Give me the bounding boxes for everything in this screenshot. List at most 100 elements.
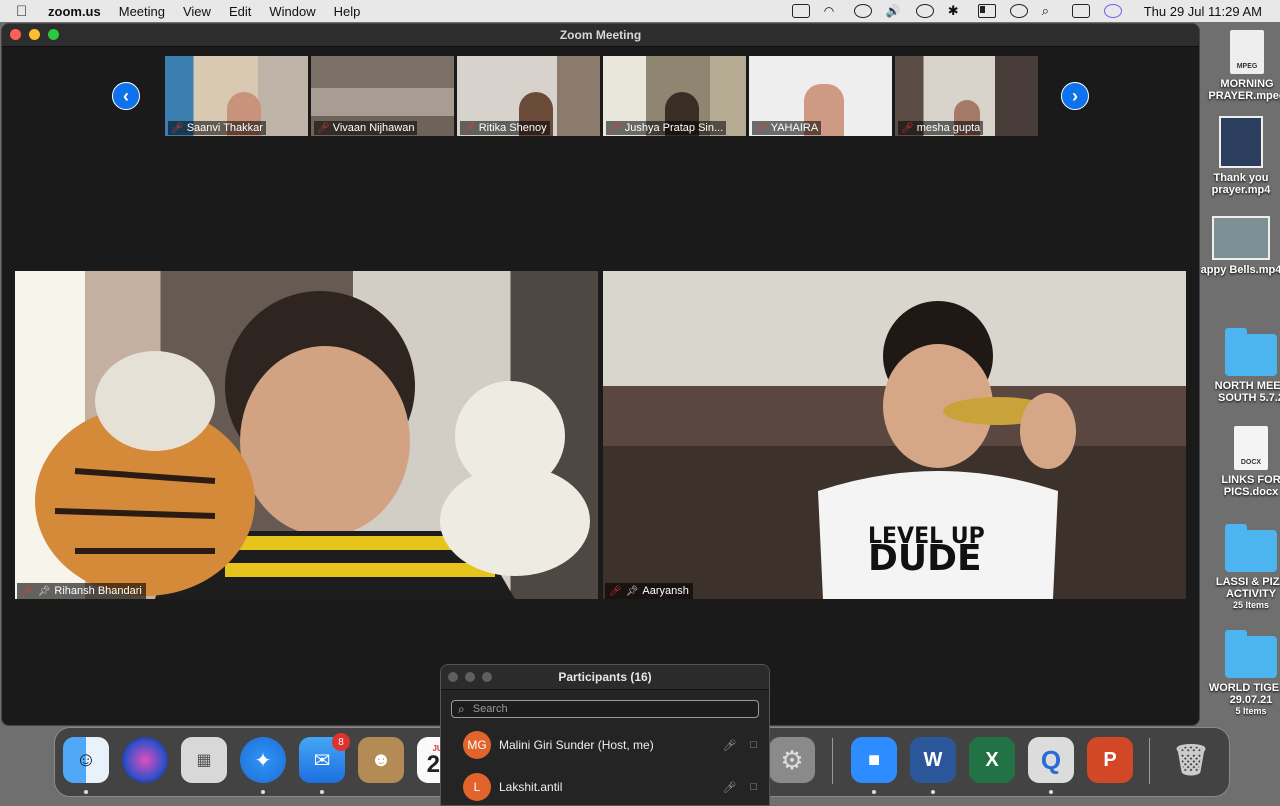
minimize-panel-button[interactable] <box>465 672 475 682</box>
launchpad-icon[interactable]: ▦ <box>181 737 227 783</box>
desktop-item-thank-you-prayer[interactable]: Thank you prayer.mp4 <box>1198 116 1280 196</box>
zoom-status-icon[interactable] <box>791 4 810 18</box>
desktop-item-north-meet-south[interactable]: NORTH MEETSOUTH 5.7.2 <box>1208 328 1280 404</box>
menu-edit[interactable]: Edit <box>229 4 251 19</box>
zoom-icon[interactable]: ■ <box>851 737 897 783</box>
mail-icon[interactable]: ✉ 8 <box>299 733 350 783</box>
running-indicator <box>872 790 876 794</box>
window-title: Zoom Meeting <box>559 28 642 42</box>
trash-icon[interactable]: 🗑︎ <box>1168 737 1214 783</box>
dock-separator <box>832 738 833 784</box>
gallery-strip: 🎤︎ Saanvi Thakkar 🎤︎ Vivaan Nijhawan 🎤︎ Rit… <box>165 56 1038 136</box>
creative-cloud-icon[interactable] <box>853 4 872 18</box>
desktop-item-morning-prayer[interactable]: MPEG MORNING PRAYER.mpeg <box>1204 30 1280 102</box>
participant-thumbnail[interactable]: 🎤︎ Vivaan Nijhawan <box>311 56 454 136</box>
volume-icon[interactable]: 🔊 <box>886 5 902 17</box>
avatar: MG <box>463 731 491 759</box>
close-window-button[interactable] <box>10 29 21 40</box>
system-preferences-icon[interactable]: ⚙ <box>769 737 815 783</box>
spotlight-search-icon[interactable]: ⌕ <box>1042 4 1058 17</box>
mic-muted-icon: 🎤︎ <box>463 122 476 134</box>
zoom-window-button[interactable] <box>48 29 59 40</box>
desktop-item-lassi-pizza[interactable]: LASSI & PIZZ ACTIVITY 25 Items <box>1208 524 1280 610</box>
zoom-panel-button[interactable] <box>482 672 492 682</box>
participant-row[interactable]: L Lakshit.antil 🎤︎ □ <box>441 766 769 805</box>
microphone-icon[interactable]: 🎤︎ <box>722 739 736 752</box>
participant-thumbnail[interactable]: 🎤︎ Jushya Pratap Sin... <box>603 56 746 136</box>
siri-icon[interactable] <box>122 737 168 783</box>
video-name-label: 🎤︎ 📌︎ Rihansh Bhandari <box>17 583 146 599</box>
mic-muted-icon: 🎤︎ <box>609 585 622 597</box>
word-icon[interactable]: W <box>910 737 956 783</box>
docx-file-icon: DOCX <box>1234 426 1268 470</box>
pin-icon: 📌︎ <box>625 585 639 597</box>
menu-meeting[interactable]: Meeting <box>119 4 165 19</box>
mic-muted-icon: 🎤︎ <box>755 122 768 134</box>
battery-icon[interactable] <box>977 4 996 18</box>
minimize-window-button[interactable] <box>29 29 40 40</box>
video-camera-icon[interactable]: □ <box>750 781 757 794</box>
folder-icon <box>1225 328 1277 376</box>
running-indicator <box>261 790 265 794</box>
video-frame <box>15 271 598 599</box>
participant-thumbnail[interactable]: 🎤︎ Saanvi Thakkar <box>165 56 308 136</box>
video-file-icon <box>1219 116 1263 168</box>
menu-app-name[interactable]: zoom.us <box>48 4 101 19</box>
time-machine-icon[interactable] <box>915 4 934 18</box>
quicktime-icon[interactable]: Q <box>1028 737 1074 783</box>
menu-window[interactable]: Window <box>269 4 315 19</box>
participant-row[interactable]: MG Malini Giri Sunder (Host, me) 🎤︎ □ <box>441 724 769 766</box>
mail-badge: 8 <box>332 733 350 751</box>
menu-view[interactable]: View <box>183 4 211 19</box>
window-titlebar: Zoom Meeting <box>2 24 1199 47</box>
video-camera-icon[interactable]: □ <box>750 739 757 752</box>
bluetooth-icon[interactable]: ✱ <box>948 4 964 17</box>
desktop-item-happy-bells[interactable]: appy Bells.mp4 <box>1198 216 1280 276</box>
main-video-left[interactable]: 🎤︎ 📌︎ Rihansh Bhandari <box>15 271 598 599</box>
zoom-meeting-window: Zoom Meeting ‹ › 🎤︎ Saanvi Thakkar 🎤︎ Viva… <box>1 23 1200 726</box>
menu-help[interactable]: Help <box>334 4 361 19</box>
close-panel-button[interactable] <box>448 672 458 682</box>
participant-search[interactable]: ⌕ <box>451 700 759 718</box>
mic-muted-icon: 🎤︎ <box>901 122 914 134</box>
video-name-label: 🎤︎ 📌︎ Aaryansh <box>605 583 693 599</box>
safari-icon[interactable]: ✦ <box>240 737 286 783</box>
user-icon[interactable] <box>1009 4 1028 18</box>
participant-thumbnail[interactable]: 🎤︎ mesha gupta <box>895 56 1038 136</box>
search-icon: ⌕ <box>458 701 465 716</box>
folder-icon <box>1225 630 1277 678</box>
control-center-icon[interactable] <box>1071 4 1090 18</box>
clock[interactable]: Thu 29 Jul 11:29 AM <box>1144 4 1262 19</box>
microphone-icon[interactable]: 🎤︎ <box>722 781 736 794</box>
menu-bar:  zoom.us Meeting View Edit Window Help … <box>0 0 1280 22</box>
running-indicator <box>1049 790 1053 794</box>
contacts-icon[interactable]: ☻ <box>358 737 404 783</box>
desktop-item-world-tiger-day[interactable]: WORLD TIGER I29.07.21 5 Items <box>1208 630 1280 716</box>
participant-thumbnail[interactable]: 🎤︎ YAHAIRA <box>749 56 892 136</box>
running-indicator <box>84 790 88 794</box>
desktop-item-links-for-pics[interactable]: DOCX LINKS FOR PICS.docx <box>1208 426 1280 498</box>
folder-icon <box>1225 524 1277 572</box>
pin-icon: 📌︎ <box>37 585 51 597</box>
finder-icon[interactable]: ☺ <box>63 737 109 783</box>
mic-muted-icon: 🎤︎ <box>317 122 330 134</box>
mic-muted-icon: 🎤︎ <box>21 585 34 597</box>
apple-menu-icon[interactable]:  <box>16 3 34 20</box>
siri-menu-icon[interactable] <box>1103 4 1122 18</box>
mic-muted-icon: 🎤︎ <box>171 122 184 134</box>
participant-thumbnail[interactable]: 🎤︎ Ritika Shenoy <box>457 56 600 136</box>
dock-separator <box>1149 738 1150 784</box>
mpeg-file-icon: MPEG <box>1230 30 1264 74</box>
main-video-right[interactable]: LEVEL UP DUDE 🎤︎ 📌︎ Aaryansh <box>603 271 1186 599</box>
previous-page-button[interactable]: ‹ <box>112 82 140 110</box>
running-indicator <box>320 790 324 794</box>
search-input[interactable] <box>470 702 735 716</box>
excel-icon[interactable]: X <box>969 737 1015 783</box>
avatar: L <box>463 773 491 801</box>
participant-name: Lakshit.antil <box>499 780 563 794</box>
running-indicator <box>931 790 935 794</box>
wifi-icon[interactable]: ◠ <box>824 5 840 17</box>
participants-titlebar: Participants (16) <box>441 665 769 690</box>
next-page-button[interactable]: › <box>1061 82 1089 110</box>
powerpoint-icon[interactable]: P <box>1087 737 1133 783</box>
